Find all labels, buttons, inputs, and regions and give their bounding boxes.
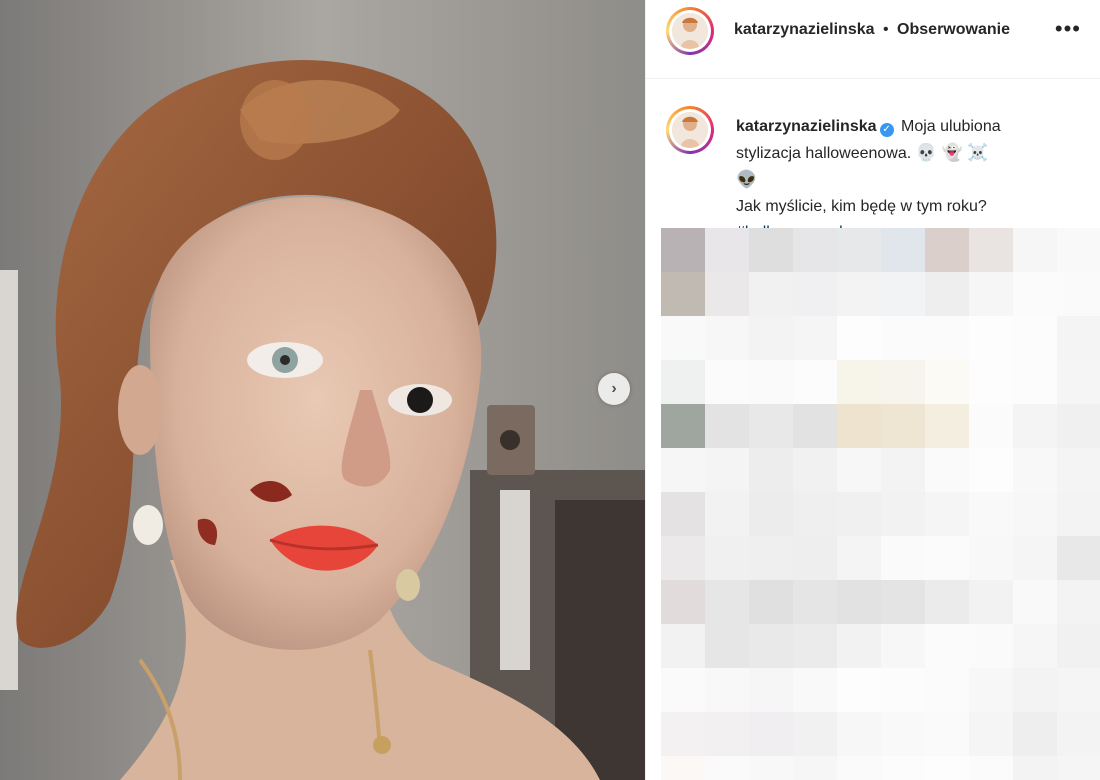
chevron-right-icon: › [611,380,617,397]
caption-line-2: Jak myślicie, kim będę w tym roku? [736,198,987,215]
caption-username[interactable]: katarzynazielinska [736,118,877,135]
post-photo: › [0,0,645,780]
post-details-panel: katarzynazielinska • Obserwowanie ••• ka… [645,0,1100,780]
post-header: katarzynazielinska • Obserwowanie ••• [646,0,1100,79]
caption-emoji-2: 👽 [736,170,758,189]
avatar[interactable] [666,7,714,55]
header-username[interactable]: katarzynazielinska [734,21,875,38]
verified-badge-icon: ✓ [879,123,894,137]
caption-text: katarzynazielinska ✓ Moja ulubiona styliz… [736,114,1056,246]
header-text: katarzynazielinska • Obserwowanie [734,21,1010,39]
caption-avatar[interactable] [666,106,714,154]
carousel-next-button[interactable]: › [598,373,630,405]
blurred-comments-area [661,228,1100,780]
avatar-image [672,13,708,49]
caption-avatar-image [672,112,708,148]
following-button[interactable]: Obserwowanie [897,21,1010,38]
post-image [0,0,645,780]
separator-dot: • [882,21,889,38]
more-options-icon[interactable]: ••• [1055,18,1081,40]
caption-emoji-1: 💀 👻 ☠️ [915,143,989,162]
